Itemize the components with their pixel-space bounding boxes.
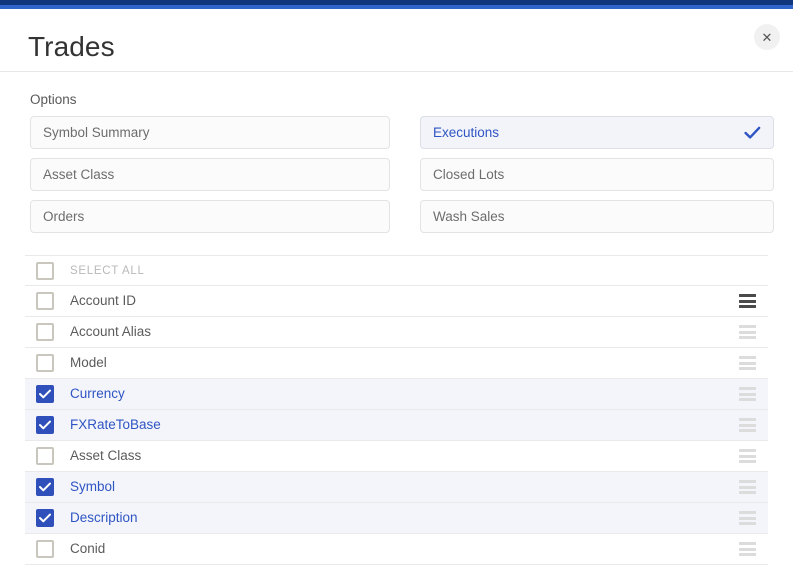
drag-handle-icon[interactable]	[739, 294, 756, 308]
row-checkbox[interactable]	[36, 354, 54, 372]
select-all-row[interactable]: SELECT ALL	[25, 256, 768, 286]
drag-handle-icon[interactable]	[739, 418, 756, 432]
drag-handle-icon[interactable]	[739, 325, 756, 339]
row-checkbox[interactable]	[36, 416, 54, 434]
row-label: FXRateToBase	[70, 417, 161, 432]
drag-handle-icon[interactable]	[739, 542, 756, 556]
row-checkbox[interactable]	[36, 292, 54, 310]
row-label: Currency	[70, 386, 125, 401]
list-item-model[interactable]: Model	[25, 348, 768, 379]
option-label: Asset Class	[43, 167, 115, 182]
option-wash-sales[interactable]: Wash Sales	[420, 200, 774, 233]
row-label: Asset Class	[70, 448, 142, 463]
page-title: Trades	[28, 31, 115, 62]
row-checkbox[interactable]	[36, 447, 54, 465]
row-checkbox[interactable]	[36, 323, 54, 341]
option-symbol-summary[interactable]: Symbol Summary	[30, 116, 390, 149]
option-executions[interactable]: Executions	[420, 116, 774, 149]
option-closed-lots[interactable]: Closed Lots	[420, 158, 774, 191]
options-section: Options Symbol Summary Executions Asset …	[0, 72, 793, 233]
options-label: Options	[30, 92, 77, 107]
select-all-checkbox[interactable]	[36, 261, 54, 280]
list-item-account-alias[interactable]: Account Alias	[25, 317, 768, 348]
row-label: Account ID	[70, 293, 137, 308]
row-checkbox[interactable]	[36, 478, 54, 496]
option-label: Orders	[43, 209, 85, 224]
drag-handle-icon[interactable]	[739, 480, 756, 494]
drag-handle-icon[interactable]	[739, 449, 756, 463]
close-icon[interactable]: ✕	[754, 24, 780, 50]
checkmark-icon	[744, 126, 761, 140]
row-checkbox[interactable]	[36, 540, 54, 558]
list-item-conid[interactable]: Conid	[25, 534, 768, 565]
row-label: Description	[70, 510, 138, 525]
row-label: Account Alias	[70, 324, 152, 339]
option-asset-class[interactable]: Asset Class	[30, 158, 390, 191]
row-label: Model	[70, 355, 107, 370]
list-item-asset-class[interactable]: Asset Class	[25, 441, 768, 472]
browser-chrome-bars	[0, 0, 793, 9]
select-all-label: SELECT ALL	[70, 264, 145, 277]
option-label: Symbol Summary	[43, 125, 150, 140]
row-label: Conid	[70, 541, 106, 556]
list-item-account-id[interactable]: Account ID	[25, 286, 768, 317]
dialog-header: Trades ✕	[0, 9, 793, 72]
row-checkbox[interactable]	[36, 385, 54, 403]
option-orders[interactable]: Orders	[30, 200, 390, 233]
list-item-currency[interactable]: Currency	[25, 379, 768, 410]
row-label: Symbol	[70, 479, 116, 494]
row-checkbox[interactable]	[36, 509, 54, 527]
drag-handle-icon[interactable]	[739, 387, 756, 401]
option-label: Executions	[433, 125, 500, 140]
option-label: Wash Sales	[433, 209, 505, 224]
list-item-fxratetobase[interactable]: FXRateToBase	[25, 410, 768, 441]
options-grid: Symbol Summary Executions Asset Class Cl…	[30, 116, 774, 233]
drag-handle-icon[interactable]	[739, 511, 756, 525]
column-selection-list: SELECT ALL Account ID Account Alias Mode…	[25, 255, 768, 565]
list-item-symbol[interactable]: Symbol	[25, 472, 768, 503]
drag-handle-icon[interactable]	[739, 356, 756, 370]
option-label: Closed Lots	[433, 167, 505, 182]
list-item-description[interactable]: Description	[25, 503, 768, 534]
